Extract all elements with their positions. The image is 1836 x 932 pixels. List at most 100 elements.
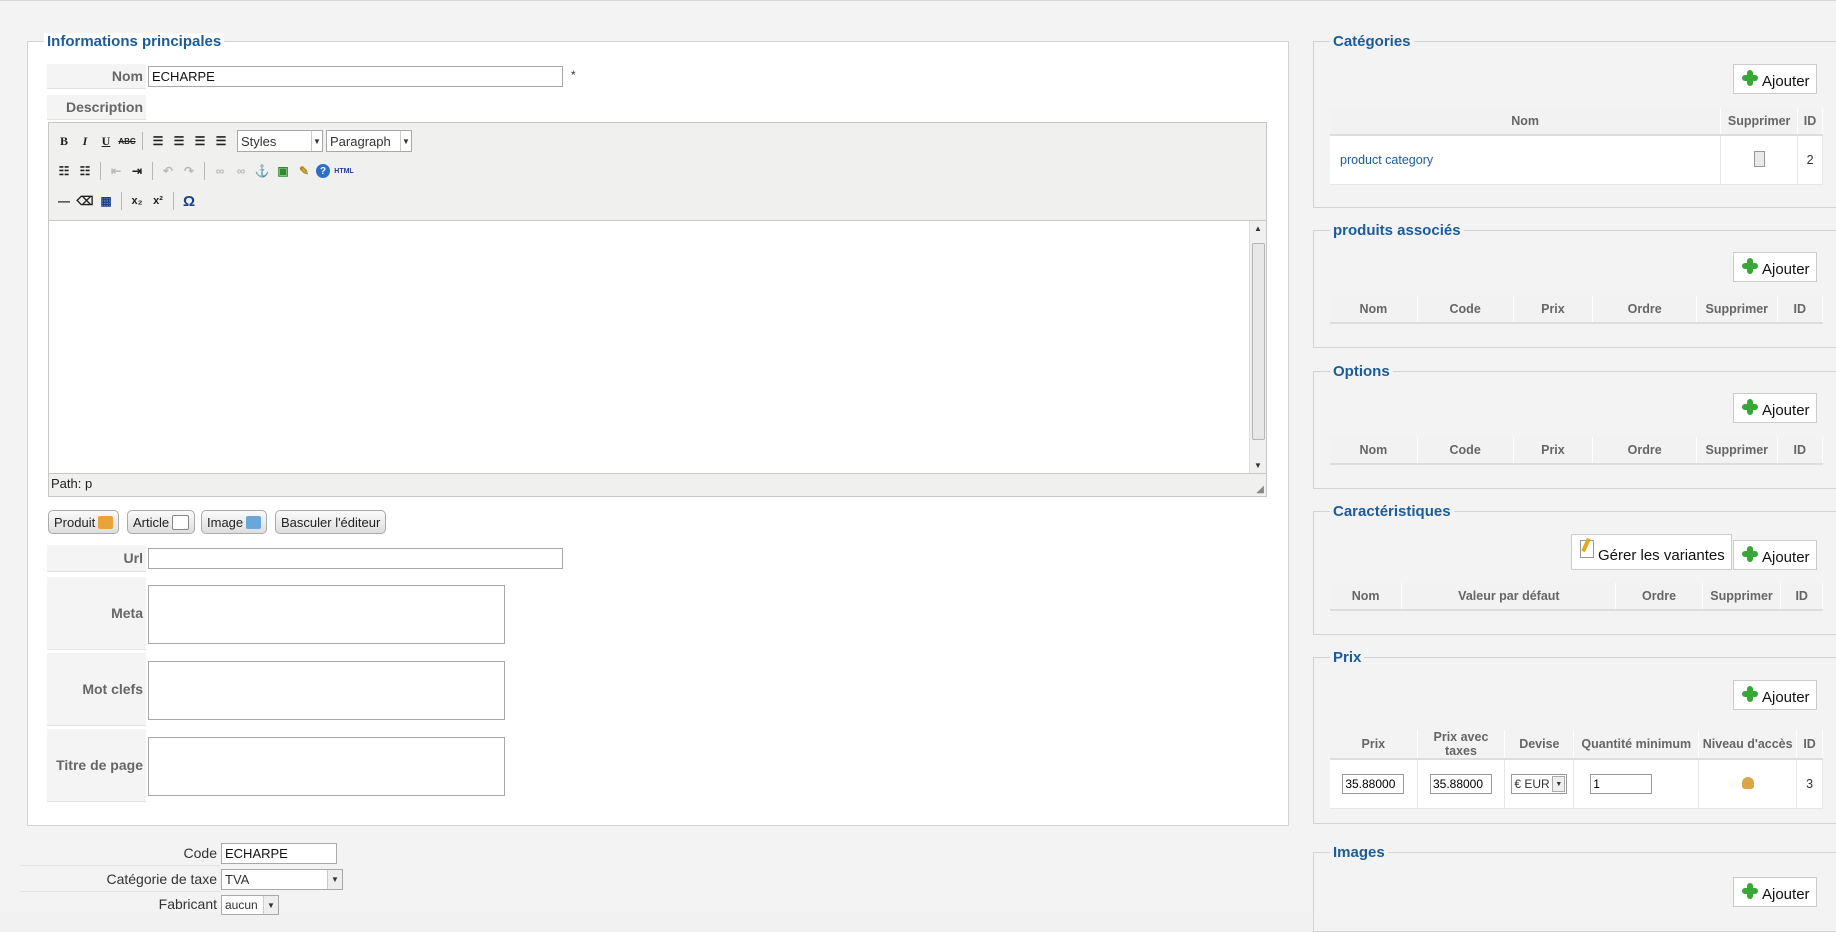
- tax-category-select[interactable]: TVA ▼: [221, 869, 343, 890]
- undo-icon[interactable]: ↶: [159, 162, 177, 180]
- column-header: Prix: [1330, 730, 1418, 760]
- toggle-editor-label: Basculer l'éditeur: [281, 514, 381, 530]
- min-qty-input[interactable]: [1590, 774, 1653, 794]
- scroll-down-icon[interactable]: ▼: [1254, 461, 1262, 470]
- align-justify-icon[interactable]: ☰: [212, 132, 230, 150]
- underline-icon[interactable]: U: [97, 132, 115, 150]
- styles-select-value: Styles: [241, 133, 277, 149]
- category-link[interactable]: product category: [1340, 153, 1433, 167]
- redo-icon[interactable]: ↷: [180, 162, 198, 180]
- tax-category-value: TVA: [225, 872, 250, 887]
- insert-product-button[interactable]: Produit: [48, 510, 120, 534]
- resize-handle-icon[interactable]: ◢: [1256, 484, 1264, 495]
- add-icon: [1742, 686, 1758, 702]
- url-input[interactable]: [148, 548, 563, 569]
- delete-icon[interactable]: [1753, 150, 1765, 167]
- images-add-button[interactable]: Ajouter: [1733, 877, 1817, 907]
- column-header: Prix: [1513, 437, 1594, 465]
- remove-format-icon[interactable]: ⌫: [76, 192, 94, 210]
- paragraph-select[interactable]: Paragraph ▼: [326, 130, 412, 152]
- italic-icon[interactable]: I: [76, 132, 94, 150]
- editor-scrollbar[interactable]: ▲ ▼: [1249, 221, 1266, 473]
- options-legend: Options: [1330, 363, 1393, 380]
- insert-image-label: Image: [207, 514, 244, 530]
- categories-add-button[interactable]: Ajouter: [1733, 64, 1817, 94]
- align-right-icon[interactable]: ☰: [191, 132, 209, 150]
- bold-icon[interactable]: B: [55, 132, 73, 150]
- price-input[interactable]: [1342, 774, 1405, 794]
- column-header: Nom: [1330, 108, 1722, 136]
- table-row: product category 2: [1330, 135, 1823, 185]
- toggle-editor-button[interactable]: Basculer l'éditeur: [275, 510, 387, 534]
- column-header: Niveau d'accès: [1698, 730, 1798, 760]
- cleanup-icon[interactable]: ✎: [295, 162, 313, 180]
- manage-variants-button[interactable]: Gérer les variantes: [1571, 534, 1732, 570]
- price-id: 3: [1796, 759, 1823, 809]
- add-icon: [1742, 399, 1758, 415]
- manage-variants-label: Gérer les variantes: [1598, 547, 1725, 564]
- subscript-icon[interactable]: x₂: [128, 192, 146, 210]
- characteristics-add-button[interactable]: Ajouter: [1733, 540, 1817, 570]
- options-table: Nom Code Prix Ordre Supprimer ID: [1330, 437, 1824, 465]
- price-tax-input[interactable]: [1429, 774, 1492, 794]
- options-add-button[interactable]: Ajouter: [1733, 393, 1817, 423]
- column-header: ID: [1796, 730, 1823, 760]
- editor-toolbar-row-2: ☷ ☷ ⇤ ⇥ ↶ ↷ ∞ ∞ ⚓ ▣ ✎ ? HTML: [55, 159, 355, 183]
- toolbar-separator: [173, 192, 174, 210]
- currency-select[interactable]: € EUR ▼: [1511, 774, 1568, 794]
- related-add-button[interactable]: Ajouter: [1733, 252, 1817, 282]
- prices-add-button[interactable]: Ajouter: [1733, 680, 1817, 710]
- add-icon: [1742, 258, 1758, 274]
- add-label: Ajouter: [1762, 689, 1810, 706]
- outdent-icon[interactable]: ⇤: [107, 162, 125, 180]
- bullet-list-icon[interactable]: ☷: [55, 162, 73, 180]
- access-level-cell: [1698, 759, 1798, 809]
- related-products-legend: produits associés: [1330, 222, 1464, 239]
- meta-description-label: Meta description: [47, 577, 146, 694]
- column-header: Ordre: [1592, 437, 1697, 465]
- paragraph-select-value: Paragraph: [330, 133, 391, 149]
- special-char-icon[interactable]: Ω: [180, 192, 198, 210]
- code-label: Code: [20, 841, 220, 866]
- chevron-down-icon: ▼: [311, 131, 322, 151]
- category-name[interactable]: product category: [1330, 135, 1722, 185]
- anchor-icon[interactable]: ⚓: [253, 162, 271, 180]
- manufacturer-select[interactable]: aucun ▼: [221, 895, 279, 915]
- column-header: ID: [1777, 296, 1824, 324]
- editor-content-area[interactable]: ▲ ▼: [49, 220, 1266, 474]
- prices-table: Prix Prix avec taxes Devise Quantité min…: [1330, 730, 1823, 809]
- numbered-list-icon[interactable]: ☷: [76, 162, 94, 180]
- page-title-label: Titre de page: [47, 729, 146, 802]
- page-title-input[interactable]: [148, 737, 505, 796]
- keywords-input[interactable]: [148, 661, 505, 720]
- image-icon[interactable]: ▣: [274, 162, 292, 180]
- url-label: Url: [47, 545, 146, 572]
- superscript-icon[interactable]: x²: [149, 192, 167, 210]
- unlink-icon[interactable]: ∞: [232, 162, 250, 180]
- column-header: Devise: [1504, 730, 1575, 760]
- table-icon[interactable]: ▦: [97, 192, 115, 210]
- characteristics-panel: Caractéristiques: [1313, 503, 1836, 635]
- html-source-icon[interactable]: HTML: [333, 162, 355, 180]
- column-header: Ordre: [1615, 583, 1703, 611]
- horizontal-rule-icon[interactable]: —: [55, 192, 73, 210]
- indent-icon[interactable]: ⇥: [128, 162, 146, 180]
- currency-cell: € EUR ▼: [1504, 759, 1575, 809]
- scrollbar-thumb[interactable]: [1252, 243, 1265, 440]
- link-icon[interactable]: ∞: [211, 162, 229, 180]
- insert-article-button[interactable]: Article: [127, 510, 196, 534]
- align-center-icon[interactable]: ☰: [170, 132, 188, 150]
- users-icon[interactable]: [1741, 776, 1754, 789]
- nom-input[interactable]: [148, 66, 563, 87]
- help-icon[interactable]: ?: [316, 164, 330, 178]
- strikethrough-icon[interactable]: ABC: [118, 132, 136, 150]
- toolbar-separator: [204, 162, 205, 180]
- styles-select[interactable]: Styles ▼: [237, 130, 323, 152]
- insert-product-label: Produit: [54, 514, 96, 530]
- insert-image-button[interactable]: Image: [201, 510, 268, 534]
- align-left-icon[interactable]: ☰: [149, 132, 167, 150]
- meta-description-input[interactable]: [148, 585, 505, 644]
- code-input[interactable]: [221, 843, 337, 864]
- scroll-up-icon[interactable]: ▲: [1254, 224, 1262, 233]
- nom-label: Nom: [47, 64, 146, 89]
